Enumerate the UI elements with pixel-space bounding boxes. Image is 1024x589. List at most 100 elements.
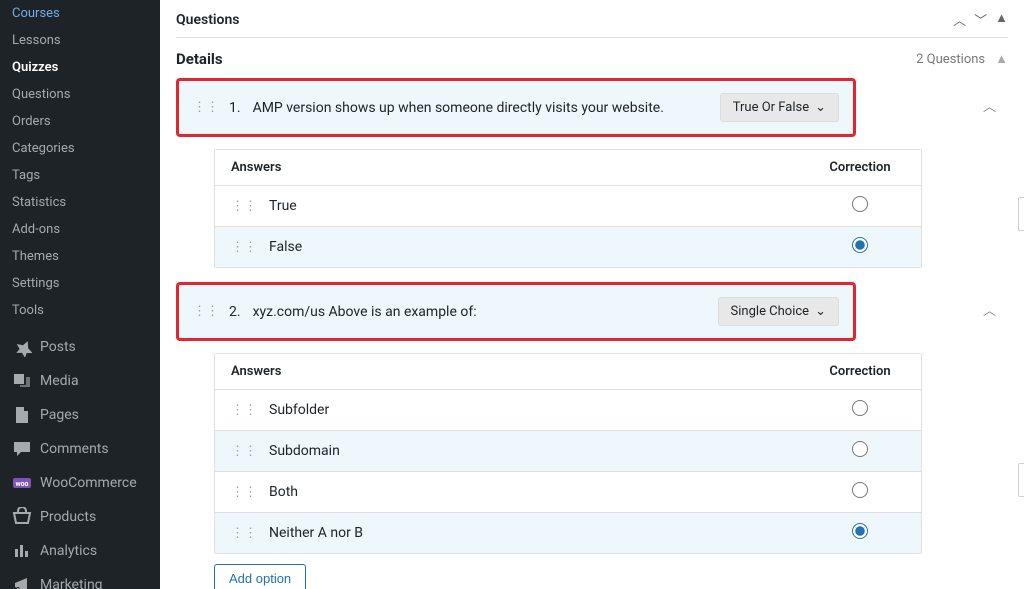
pin-icon — [12, 337, 32, 357]
answers-table-1: Answers Correction ⋮⋮ True ⋮⋮ False — [214, 149, 922, 268]
question-collapse-icon[interactable]: ︿ — [983, 300, 996, 319]
answers-container-2: Answers Correction ⋮⋮ Subfolder ⋮⋮ Subdo… — [214, 353, 1008, 589]
sidebar-item-questions[interactable]: Questions — [0, 81, 160, 108]
answers-container-1: Answers Correction ⋮⋮ True ⋮⋮ False + — [214, 149, 1008, 268]
sidebar-item-statistics[interactable]: Statistics — [0, 189, 160, 216]
sidebar-item-categories[interactable]: Categories — [0, 135, 160, 162]
correction-radio[interactable] — [852, 237, 868, 253]
correction-col-header: Correction — [815, 364, 905, 379]
svg-text:woo: woo — [15, 480, 28, 488]
question-count: 2 Questions — [916, 52, 985, 67]
sidebar-label: Marketing — [40, 577, 103, 589]
answer-text[interactable]: Subfolder — [269, 402, 815, 418]
sidebar-item-lessons[interactable]: Lessons — [0, 27, 160, 54]
sidebar-item-tools[interactable]: Tools — [0, 297, 160, 324]
add-question-button[interactable]: + — [1018, 197, 1024, 231]
qtype-label: True Or False — [733, 100, 809, 115]
panel-controls: ︿ ﹀ ▲ — [953, 10, 1008, 29]
answer-text[interactable]: Neither A nor B — [269, 525, 815, 541]
question-row-2[interactable]: ⋮⋮ 2. xyz.com/us Above is an example of:… — [176, 282, 856, 341]
sidebar-label: Posts — [40, 339, 76, 355]
drag-handle-icon[interactable]: ⋮⋮ — [231, 240, 257, 255]
sidebar-item-posts[interactable]: Posts — [0, 330, 160, 364]
sidebar-label: Products — [40, 509, 96, 525]
move-down-icon[interactable]: ﹀ — [974, 10, 987, 29]
details-right: 2 Questions ▲ — [916, 51, 1008, 67]
answers-table-2: Answers Correction ⋮⋮ Subfolder ⋮⋮ Subdo… — [214, 353, 922, 554]
sidebar-item-marketing[interactable]: Marketing — [0, 568, 160, 589]
collapse-icon[interactable]: ▲ — [995, 10, 1008, 29]
question-type-select[interactable]: True Or False ⌄ — [720, 93, 839, 122]
sidebar-item-comments[interactable]: Comments — [0, 432, 160, 466]
question-number: 1. — [229, 100, 241, 116]
question-collapse-icon[interactable]: ︿ — [983, 96, 996, 115]
product-icon — [12, 507, 32, 527]
drag-handle-icon[interactable]: ⋮⋮ — [231, 199, 257, 214]
question-block-1: ⋮⋮ 1. AMP version shows up when someone … — [176, 78, 1008, 268]
question-row-1[interactable]: ⋮⋮ 1. AMP version shows up when someone … — [176, 78, 856, 137]
drag-handle-icon[interactable]: ⋮⋮ — [193, 100, 219, 115]
sidebar-item-courses[interactable]: Courses — [0, 0, 160, 27]
answer-row[interactable]: ⋮⋮ Subfolder — [215, 390, 921, 431]
add-question-button[interactable]: + — [1018, 463, 1024, 497]
sidebar-label: WooCommerce — [40, 475, 137, 491]
answer-text[interactable]: Both — [269, 484, 815, 500]
answers-col-header: Answers — [231, 364, 815, 379]
sidebar-label: Media — [40, 373, 79, 389]
sidebar-item-addons[interactable]: Add-ons — [0, 216, 160, 243]
drag-handle-icon[interactable]: ⋮⋮ — [231, 403, 257, 418]
panel-header: Questions ︿ ﹀ ▲ — [176, 0, 1008, 38]
analytics-icon — [12, 541, 32, 561]
add-option-button[interactable]: Add option — [214, 564, 306, 589]
drag-handle-icon[interactable]: ⋮⋮ — [231, 444, 257, 459]
marketing-icon — [12, 575, 32, 589]
admin-sidebar: Courses Lessons Quizzes Questions Orders… — [0, 0, 160, 589]
correction-radio[interactable] — [852, 196, 868, 212]
qtype-label: Single Choice — [731, 304, 810, 319]
drag-handle-icon[interactable]: ⋮⋮ — [231, 526, 257, 541]
sidebar-item-settings[interactable]: Settings — [0, 270, 160, 297]
sidebar-item-woocommerce[interactable]: woo WooCommerce — [0, 466, 160, 500]
answers-header: Answers Correction — [215, 150, 921, 186]
sidebar-item-orders[interactable]: Orders — [0, 108, 160, 135]
correction-radio[interactable] — [852, 523, 868, 539]
sidebar-label: Pages — [40, 407, 79, 423]
correction-radio[interactable] — [852, 400, 868, 416]
chevron-down-icon: ⌄ — [815, 100, 826, 115]
sidebar-label: Comments — [40, 441, 109, 457]
move-up-icon[interactable]: ︿ — [953, 10, 966, 29]
sidebar-label: Analytics — [40, 543, 97, 559]
answer-text[interactable]: False — [269, 239, 815, 255]
correction-radio[interactable] — [852, 482, 868, 498]
sidebar-item-pages[interactable]: Pages — [0, 398, 160, 432]
question-text[interactable]: AMP version shows up when someone direct… — [253, 100, 720, 116]
answer-row[interactable]: ⋮⋮ Both — [215, 472, 921, 513]
answer-text[interactable]: True — [269, 198, 815, 214]
answer-row[interactable]: ⋮⋮ Neither A nor B — [215, 513, 921, 553]
correction-radio[interactable] — [852, 441, 868, 457]
sidebar-item-products[interactable]: Products — [0, 500, 160, 534]
question-block-2: ⋮⋮ 2. xyz.com/us Above is an example of:… — [176, 282, 1008, 589]
question-type-select[interactable]: Single Choice ⌄ — [718, 297, 839, 326]
drag-handle-icon[interactable]: ⋮⋮ — [193, 304, 219, 319]
answer-row[interactable]: ⋮⋮ Subdomain — [215, 431, 921, 472]
panel-title: Questions — [176, 12, 239, 28]
answer-text[interactable]: Subdomain — [269, 443, 815, 459]
correction-col-header: Correction — [815, 160, 905, 175]
main-content: Questions ︿ ﹀ ▲ Details 2 Questions ▲ ⋮⋮… — [160, 0, 1024, 589]
sidebar-item-themes[interactable]: Themes — [0, 243, 160, 270]
sidebar-item-media[interactable]: Media — [0, 364, 160, 398]
answer-row[interactable]: ⋮⋮ True — [215, 186, 921, 227]
question-number: 2. — [229, 304, 241, 320]
answer-row[interactable]: ⋮⋮ False — [215, 227, 921, 267]
question-text[interactable]: xyz.com/us Above is an example of: — [253, 304, 718, 320]
sidebar-item-tags[interactable]: Tags — [0, 162, 160, 189]
sidebar-main-group: Posts Media Pages Comments woo WooCommer… — [0, 324, 160, 589]
drag-handle-icon[interactable]: ⋮⋮ — [231, 485, 257, 500]
chevron-down-icon: ⌄ — [815, 304, 826, 319]
sidebar-item-quizzes[interactable]: Quizzes — [0, 54, 160, 81]
comment-icon — [12, 439, 32, 459]
sort-icon[interactable]: ▲ — [995, 51, 1008, 67]
woo-icon: woo — [12, 473, 32, 493]
sidebar-item-analytics[interactable]: Analytics — [0, 534, 160, 568]
